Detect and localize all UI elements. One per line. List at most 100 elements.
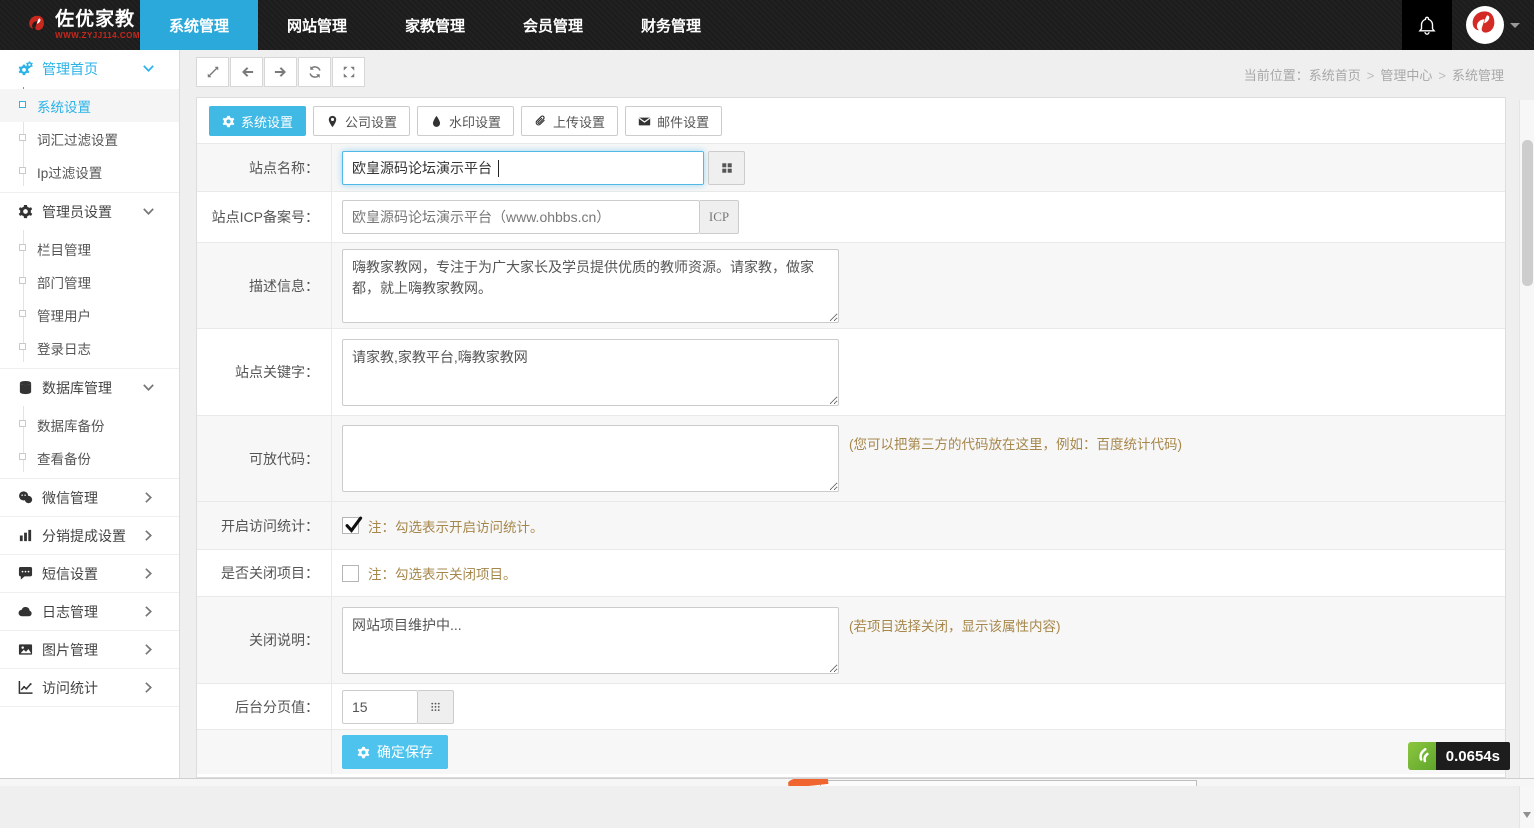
sidebar-item-label: 部门管理 <box>37 272 91 292</box>
flame-icon <box>1412 746 1432 766</box>
sidebar-item-admin-users[interactable]: 管理用户 <box>0 298 179 331</box>
tab-label: 邮件设置 <box>657 112 709 131</box>
field-label: 后台分页值： <box>197 684 332 729</box>
site-name-addon-button[interactable] <box>708 151 745 185</box>
fullscreen-button[interactable] <box>332 57 365 87</box>
tab-watermark-settings[interactable]: 水印设置 <box>417 106 514 136</box>
save-button[interactable]: 确定保存 <box>342 735 448 769</box>
tab-system-settings[interactable]: 系统设置 <box>209 106 306 136</box>
tab-toolbar <box>196 57 365 87</box>
sidebar-item-login-log[interactable]: 登录日志 <box>0 331 179 364</box>
sidebar-item-label: 查看备份 <box>37 448 91 468</box>
tab-label: 公司设置 <box>345 112 397 131</box>
tab-company-settings[interactable]: 公司设置 <box>313 106 410 136</box>
field-label: 开启访问统计： <box>197 502 332 549</box>
bullet-icon <box>19 420 26 427</box>
sidebar-group-log-header[interactable]: 日志管理 <box>0 593 179 630</box>
sidebar-item-system-settings[interactable]: 系统设置 <box>0 89 179 122</box>
next-tab-button[interactable] <box>264 57 297 87</box>
sidebar-sublist: 栏目管理 部门管理 管理用户 登录日志 <box>0 230 179 368</box>
tab-mail-settings[interactable]: 邮件设置 <box>625 106 722 136</box>
bullet-icon <box>19 453 26 460</box>
avatar[interactable] <box>1466 6 1504 44</box>
breadcrumb-center[interactable]: 管理中心 <box>1380 68 1432 83</box>
keywords-textarea[interactable]: 请家教,家教平台,嗨教家教网 <box>342 339 839 406</box>
sidebar-group-visits-header[interactable]: 访问统计 <box>0 669 179 706</box>
sidebar-item-word-filter[interactable]: 词汇过滤设置 <box>0 122 179 155</box>
site-name-input[interactable] <box>342 151 704 185</box>
grid-icon <box>720 161 734 175</box>
sidebar-group-label: 分销提成设置 <box>42 526 126 546</box>
description-textarea[interactable]: 嗨教家教网，专注于为广大家长及学员提供优质的教师资源。请家教，做家都，就上嗨教家… <box>342 249 839 323</box>
avatar-logo-icon <box>1468 8 1502 42</box>
visit-stats-checkbox[interactable] <box>342 517 359 534</box>
breadcrumb-home[interactable]: 系统首页 <box>1309 68 1361 83</box>
refresh-button[interactable] <box>298 57 331 87</box>
field-label: 关闭说明： <box>197 597 332 683</box>
sidebar-group-commission-header[interactable]: 分销提成设置 <box>0 517 179 554</box>
page-size-addon-button[interactable] <box>418 690 454 724</box>
user-menu-caret-icon[interactable] <box>1510 23 1520 28</box>
sidebar-item-label: 栏目管理 <box>37 239 91 259</box>
scrollbar-thumb[interactable] <box>1522 140 1533 286</box>
sidebar-item-column-mgmt[interactable]: 栏目管理 <box>0 232 179 265</box>
nav-item-tutor[interactable]: 家教管理 <box>376 0 494 50</box>
close-project-checkbox[interactable] <box>342 565 359 582</box>
sidebar-group-image-header[interactable]: 图片管理 <box>0 631 179 668</box>
sidebar-group-admin-header[interactable]: 管理员设置 <box>0 193 179 230</box>
sidebar-item-label: 登录日志 <box>37 338 91 358</box>
arrow-left-icon <box>240 65 254 79</box>
close-message-textarea[interactable]: 网站项目维护中... <box>342 607 839 674</box>
settings-form: 站点名称： 站点ICP备案号： <box>197 143 1505 774</box>
field-label: 描述信息： <box>197 243 332 328</box>
sidebar-item-view-backup[interactable]: 查看备份 <box>0 441 179 474</box>
tab-upload-settings[interactable]: 上传设置 <box>521 106 618 136</box>
form-row-save: 确定保存 <box>197 730 1505 774</box>
visit-stats-note: 注：勾选表示开启访问统计。 <box>368 516 544 536</box>
form-row-site-name: 站点名称： <box>197 144 1505 192</box>
sidebar-item-db-backup[interactable]: 数据库备份 <box>0 408 179 441</box>
field-label: 站点ICP备案号： <box>197 192 332 242</box>
horizontal-scrollbar[interactable] <box>0 778 1534 786</box>
sidebar-item-ip-filter[interactable]: Ip过滤设置 <box>0 155 179 188</box>
breadcrumb-current: 系统管理 <box>1452 68 1504 83</box>
shrink-tabs-button[interactable] <box>196 57 229 87</box>
cogs-icon <box>18 61 33 76</box>
nav-item-website[interactable]: 网站管理 <box>258 0 376 50</box>
sidebar-item-dept-mgmt[interactable]: 部门管理 <box>0 265 179 298</box>
exec-time-label: 0.0654s <box>1436 742 1510 770</box>
sidebar-group-database-header[interactable]: 数据库管理 <box>0 369 179 406</box>
icp-input[interactable] <box>342 200 700 234</box>
embed-code-textarea[interactable] <box>342 425 839 492</box>
chevron-down-icon <box>141 204 156 219</box>
scrollbar-down-arrow[interactable] <box>1523 812 1531 818</box>
vertical-scrollbar[interactable] <box>1519 100 1534 828</box>
sidebar-group-log: 日志管理 <box>0 593 179 631</box>
breadcrumb-prefix: 当前位置： <box>1244 68 1309 83</box>
sidebar-group-image: 图片管理 <box>0 631 179 669</box>
brand-logo[interactable]: 佐优家教 WWW.ZYJJ114.COM <box>0 0 140 50</box>
nav-item-system[interactable]: 系统管理 <box>140 0 258 50</box>
nav-item-finance[interactable]: 财务管理 <box>612 0 730 50</box>
nav-item-member[interactable]: 会员管理 <box>494 0 612 50</box>
sidebar-group-sms-header[interactable]: 短信设置 <box>0 555 179 592</box>
form-row-keywords: 站点关键字： 请家教,家教平台,嗨教家教网 <box>197 329 1505 416</box>
bullet-icon <box>19 310 26 317</box>
sidebar-group-label: 管理首页 <box>42 59 98 79</box>
thinkphp-badge-button[interactable] <box>1408 742 1436 770</box>
sidebar-group-label: 日志管理 <box>42 602 98 622</box>
settings-panel: 系统设置 公司设置 水印设置 上传设置 邮件设置 站点名称： <box>196 97 1506 778</box>
sidebar-group-commission: 分销提成设置 <box>0 517 179 555</box>
form-row-close-message: 关闭说明： 网站项目维护中... (若项目选择关闭，显示该属性内容) <box>197 597 1505 684</box>
brand-subtitle: WWW.ZYJJ114.COM <box>55 32 140 40</box>
peek-panel <box>820 780 1197 786</box>
sidebar-group-wechat-header[interactable]: 微信管理 <box>0 479 179 516</box>
prev-tab-button[interactable] <box>230 57 263 87</box>
icp-addon: ICP <box>700 200 739 234</box>
notifications-button[interactable] <box>1402 0 1452 50</box>
comment-icon <box>18 566 33 581</box>
sidebar-group-home-header[interactable]: 管理首页 <box>0 50 179 87</box>
form-row-icp: 站点ICP备案号： ICP <box>197 192 1505 243</box>
page-size-input[interactable] <box>342 690 418 724</box>
top-bar: 佐优家教 WWW.ZYJJ114.COM 系统管理 网站管理 家教管理 会员管理… <box>0 0 1534 50</box>
